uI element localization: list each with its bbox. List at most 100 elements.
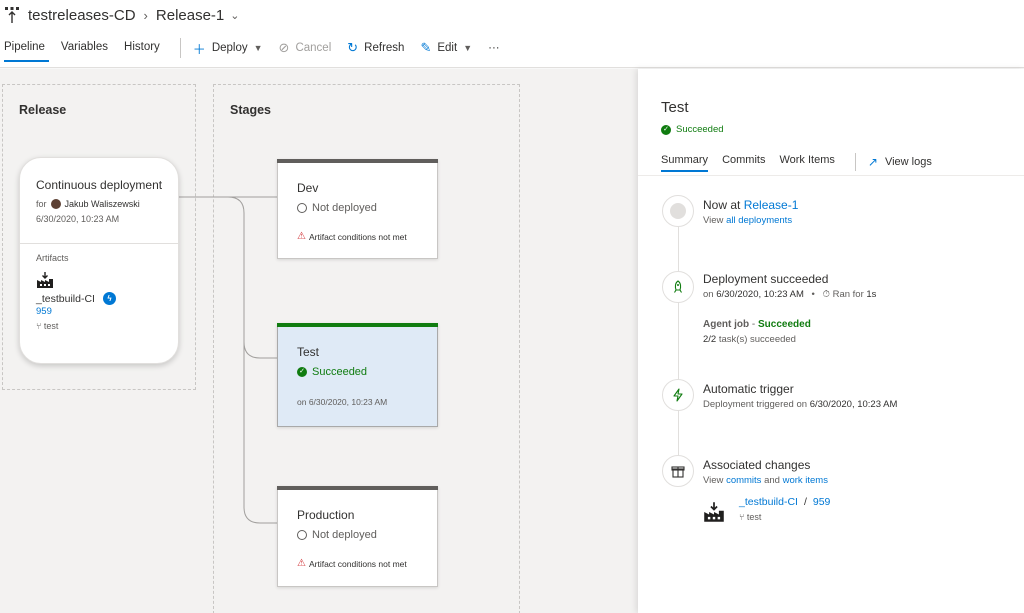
all-deployments-link[interactable]: all deployments [726,215,792,226]
timer-icon: ⏱ [822,289,830,300]
continuous-deployment-trigger-icon[interactable]: ϟ [102,292,116,305]
stage-status: Not deployed [297,202,377,214]
warning-icon: ⚠ [297,231,306,242]
stage-status-text: Not deployed [312,202,377,214]
agent-job-status: Succeeded [758,319,811,330]
artifact-version-link[interactable]: 959 [36,306,178,317]
event-heading: Associated changes [703,458,811,472]
toolbar-divider [179,38,181,58]
tab-pipeline[interactable]: Pipeline [0,34,53,62]
event-heading: Now at Release-1 [703,198,798,212]
stage-warning-text: Artifact conditions not met [308,558,407,569]
not-deployed-icon [297,203,307,213]
event-automatic-trigger: Automatic trigger Deployment triggered o… [703,382,897,410]
stage-card-production[interactable]: Production Not deployed ⚠ Artifact condi… [277,486,438,587]
more-actions-button[interactable]: ··· [488,42,500,54]
stage-status: ✓ Succeeded [297,366,367,378]
now-at-prefix: Now at [703,198,741,212]
event-now-at: Now at Release-1 View all deployments [703,198,798,226]
panel-title: Test [661,99,689,116]
pencil-icon: ✎ [420,40,432,55]
cancel-label: Cancel [295,42,332,54]
artifact-name-text: _testbuild-CI [36,292,95,305]
stage-status-bar [277,159,438,163]
stage-status-text: Not deployed [312,529,377,541]
breadcrumb: testreleases-CD › Release-1 ⌄ [4,4,239,26]
stage-status-bar [277,323,438,327]
logs-icon: ↗ [867,155,878,169]
event-associated-changes: Associated changes View commits and work… [703,458,830,523]
tasks-count: 2/2 [703,334,717,345]
duration: 1s [866,289,877,300]
deployment-date: 6/30/2020, 10:23 AM [716,289,804,300]
branch-icon: ⑂ [739,512,747,522]
event-heading: Deployment succeeded [703,272,829,286]
refresh-icon: ↻ [347,40,359,55]
cancel-icon: ⊘ [278,40,290,55]
toolbar: Pipeline Variables History ＋ Deploy ▼ ⊘ … [0,34,516,62]
agent-job-link[interactable]: Agent job - Succeeded [703,319,876,330]
artifacts-label: Artifacts [36,253,69,263]
artifact-name-link[interactable]: _testbuild-CI [739,496,798,508]
event-subtext: Deployment triggered on 6/30/2020, 10:23… [703,399,897,410]
stage-status: Not deployed [297,529,377,541]
rocket-icon [662,271,694,303]
refresh-button[interactable]: ↻ Refresh [347,40,404,56]
tab-work-items[interactable]: Work Items [779,154,834,170]
ran-for-prefix: Ran for [832,289,864,300]
artifact-branch: ⑂ test [36,321,178,331]
tab-summary[interactable]: Summary [661,154,709,172]
stage-status-bar [277,486,438,490]
tab-history[interactable]: History [116,34,168,62]
tab-variables[interactable]: Variables [53,34,116,62]
on-prefix: on [703,289,714,300]
tabs-divider [854,153,856,171]
artifact-branch: ⑂ test [739,512,830,522]
dot-separator: • [811,289,815,300]
gift-icon [662,455,694,487]
chevron-down-icon: ▼ [253,43,263,53]
trigger-date: 6/30/2020, 10:23 AM [36,214,120,224]
pipeline-name-link[interactable]: testreleases-CD [28,7,136,24]
stage-date: on 6/30/2020, 10:23 AM [297,397,388,407]
artifact-version-link[interactable]: 959 [813,496,831,508]
artifact-name[interactable]: _testbuild-CI ϟ [36,292,178,305]
stage-name: Test [297,345,320,359]
stage-details-panel: Test ✓ Succeeded Summary Commits Work It… [638,69,1024,613]
edit-button[interactable]: ✎ Edit ▼ [420,40,472,56]
artifact-branch-text: test [746,512,762,522]
trigger-artifact-card[interactable]: Continuous deployment for Jakub Waliszew… [19,157,179,364]
stage-card-test[interactable]: Test ✓ Succeeded on 6/30/2020, 10:23 AM [277,323,438,427]
avatar [50,199,61,209]
event-subtext: on 6/30/2020, 10:23 AM • ⏱ Ran for 1s [703,289,876,300]
build-artifact-icon [37,272,53,288]
lightning-icon [662,379,694,411]
release-name[interactable]: Release-1 [156,7,224,24]
panel-divider [638,175,1024,176]
artifacts-section: Artifacts _testbuild-CI ϟ 959 ⑂ test [20,244,178,331]
timeline-line [678,211,679,477]
event-subtext: View all deployments [703,215,798,226]
chevron-down-icon[interactable]: ⌄ [230,9,239,22]
plus-icon: ＋ [192,41,206,57]
associated-artifact: _testbuild-CI/959 ⑂ test [703,496,830,523]
stage-warning-text: Artifact conditions not met [308,231,407,242]
pipeline-canvas: Release Stages Continuous deployment for… [0,69,638,613]
stage-status-text: Succeeded [312,366,368,378]
cancel-button[interactable]: ⊘ Cancel [279,40,332,56]
work-items-link[interactable]: work items [783,475,828,486]
stage-warning: ⚠ Artifact conditions not met [297,231,407,242]
view-logs-label: View logs [884,156,932,168]
commits-link[interactable]: commits [726,475,761,486]
trigger-title: Continuous deployment [36,178,163,192]
release-pipeline-icon [5,7,19,23]
agent-job-label: Agent job [703,319,750,330]
release-link[interactable]: Release-1 [744,198,799,212]
build-artifact-icon [704,502,724,522]
edit-label: Edit [437,42,458,54]
chevron-down-icon: ▼ [463,43,473,53]
view-logs-button[interactable]: ↗ View logs [868,155,932,169]
stage-card-dev[interactable]: Dev Not deployed ⚠ Artifact conditions n… [277,159,438,259]
deploy-button[interactable]: ＋ Deploy ▼ [193,39,263,58]
tab-commits[interactable]: Commits [722,154,765,170]
